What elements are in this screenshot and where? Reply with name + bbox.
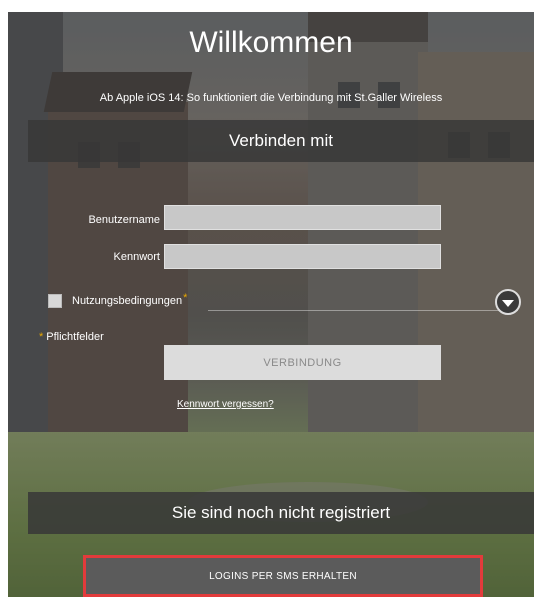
terms-required-mark: * (183, 292, 188, 304)
page-title: Willkommen (189, 26, 353, 59)
sms-login-button[interactable]: LOGINS PER SMS ERHALTEN (83, 555, 483, 597)
terms-divider (208, 310, 518, 311)
terms-row: Nutzungsbedingungen * (48, 292, 187, 310)
password-label: Kennwort (113, 251, 160, 263)
connect-heading: Verbinden mit (28, 120, 534, 162)
connect-button[interactable]: VERBINDUNG (164, 345, 441, 380)
terms-expand-button[interactable] (495, 289, 521, 315)
username-field[interactable] (164, 205, 441, 230)
username-label: Benutzername (88, 214, 160, 226)
ios-info-link[interactable]: Ab Apple iOS 14: So funktioniert die Ver… (8, 92, 534, 104)
required-fields-note: * Pflichtfelder (39, 331, 104, 343)
sms-login-label: LOGINS PER SMS ERHALTEN (209, 570, 357, 582)
background-photo: Willkommen Ab Apple iOS 14: So funktioni… (8, 12, 534, 597)
password-field[interactable] (164, 244, 441, 269)
required-mark: * (39, 331, 44, 343)
chevron-down-icon (502, 299, 514, 307)
terms-checkbox[interactable] (48, 294, 62, 308)
terms-label[interactable]: Nutzungsbedingungen (72, 295, 182, 307)
required-fields-text: Pflichtfelder (46, 331, 104, 343)
register-heading: Sie sind noch nicht registriert (28, 492, 534, 534)
forgot-password-link[interactable]: Kennwort vergessen? (177, 399, 274, 410)
